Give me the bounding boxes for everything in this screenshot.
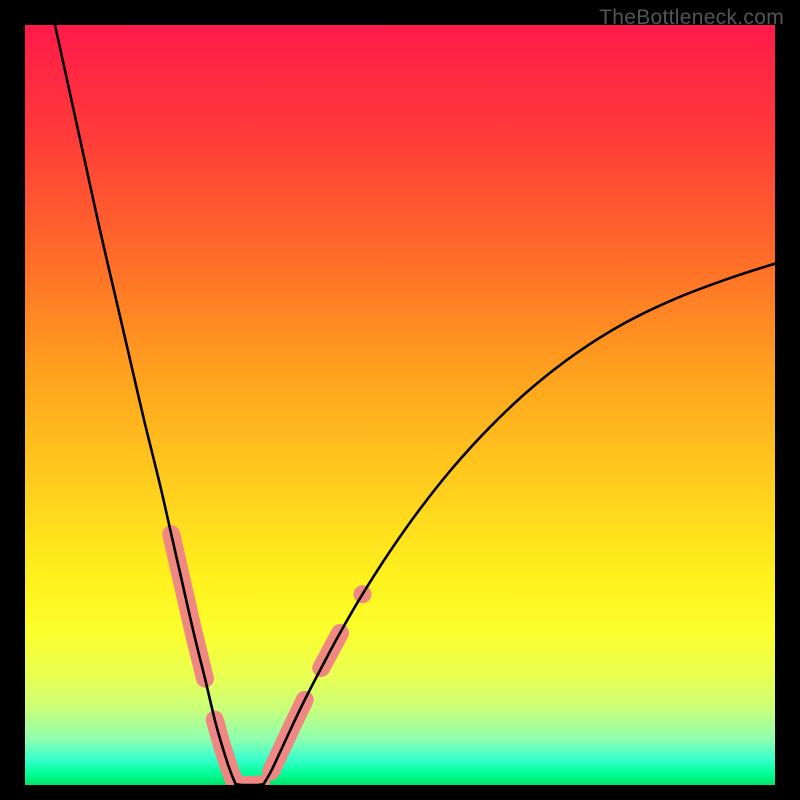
chart-curves bbox=[25, 25, 775, 785]
plot-frame bbox=[25, 25, 775, 785]
bottleneck-curve bbox=[55, 25, 775, 785]
line-layer bbox=[55, 25, 775, 785]
